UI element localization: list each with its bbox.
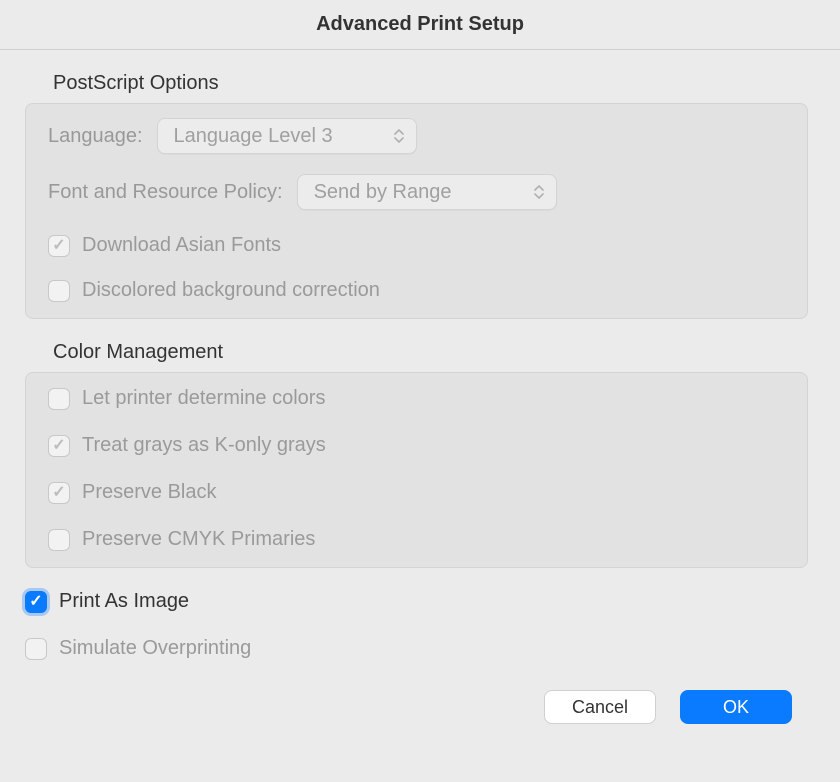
treat-grays-label: Treat grays as K-only grays: [82, 434, 326, 457]
discolored-bg-checkbox[interactable]: [48, 280, 70, 302]
policy-label: Font and Resource Policy:: [48, 181, 283, 204]
postscript-section-label: PostScript Options: [53, 72, 808, 95]
dialog-content: PostScript Options Language: Language Le…: [0, 50, 840, 740]
preserve-black-checkbox[interactable]: [48, 482, 70, 504]
preserve-black-row: Preserve Black: [48, 481, 785, 504]
preserve-cmyk-checkbox[interactable]: [48, 529, 70, 551]
title-bar: Advanced Print Setup: [0, 0, 840, 50]
download-asian-fonts-label: Download Asian Fonts: [82, 234, 281, 257]
preserve-black-label: Preserve Black: [82, 481, 217, 504]
color-management-section-label: Color Management: [53, 341, 808, 364]
ok-button[interactable]: OK: [680, 690, 792, 724]
let-printer-checkbox[interactable]: [48, 388, 70, 410]
policy-select-value: Send by Range: [314, 181, 452, 204]
print-as-image-checkbox[interactable]: [25, 591, 47, 613]
updown-caret-icon: [534, 185, 544, 199]
button-bar: Cancel OK: [25, 690, 808, 724]
print-as-image-label: Print As Image: [59, 590, 189, 613]
print-as-image-row: Print As Image: [25, 590, 808, 613]
language-select-value: Language Level 3: [174, 125, 333, 148]
language-select[interactable]: Language Level 3: [157, 118, 417, 154]
policy-row: Font and Resource Policy: Send by Range: [48, 174, 785, 210]
simulate-overprinting-row: Simulate Overprinting: [25, 637, 808, 660]
simulate-overprinting-label: Simulate Overprinting: [59, 637, 251, 660]
download-asian-fonts-checkbox[interactable]: [48, 235, 70, 257]
color-management-panel: Let printer determine colors Treat grays…: [25, 372, 808, 568]
treat-grays-checkbox[interactable]: [48, 435, 70, 457]
postscript-section: PostScript Options Language: Language Le…: [25, 72, 808, 319]
window-title: Advanced Print Setup: [316, 13, 524, 36]
policy-select[interactable]: Send by Range: [297, 174, 557, 210]
treat-grays-row: Treat grays as K-only grays: [48, 434, 785, 457]
outer-options: Print As Image Simulate Overprinting: [25, 590, 808, 660]
simulate-overprinting-checkbox[interactable]: [25, 638, 47, 660]
preserve-cmyk-row: Preserve CMYK Primaries: [48, 528, 785, 551]
color-management-section: Color Management Let printer determine c…: [25, 341, 808, 568]
cancel-button[interactable]: Cancel: [544, 690, 656, 724]
let-printer-row: Let printer determine colors: [48, 387, 785, 410]
let-printer-label: Let printer determine colors: [82, 387, 325, 410]
preserve-cmyk-label: Preserve CMYK Primaries: [82, 528, 315, 551]
postscript-panel: Language: Language Level 3 Font and Reso…: [25, 103, 808, 319]
download-asian-fonts-row: Download Asian Fonts: [48, 234, 785, 257]
language-row: Language: Language Level 3: [48, 118, 785, 154]
discolored-bg-label: Discolored background correction: [82, 279, 380, 302]
discolored-bg-row: Discolored background correction: [48, 279, 785, 302]
language-label: Language:: [48, 125, 143, 148]
updown-caret-icon: [394, 129, 404, 143]
